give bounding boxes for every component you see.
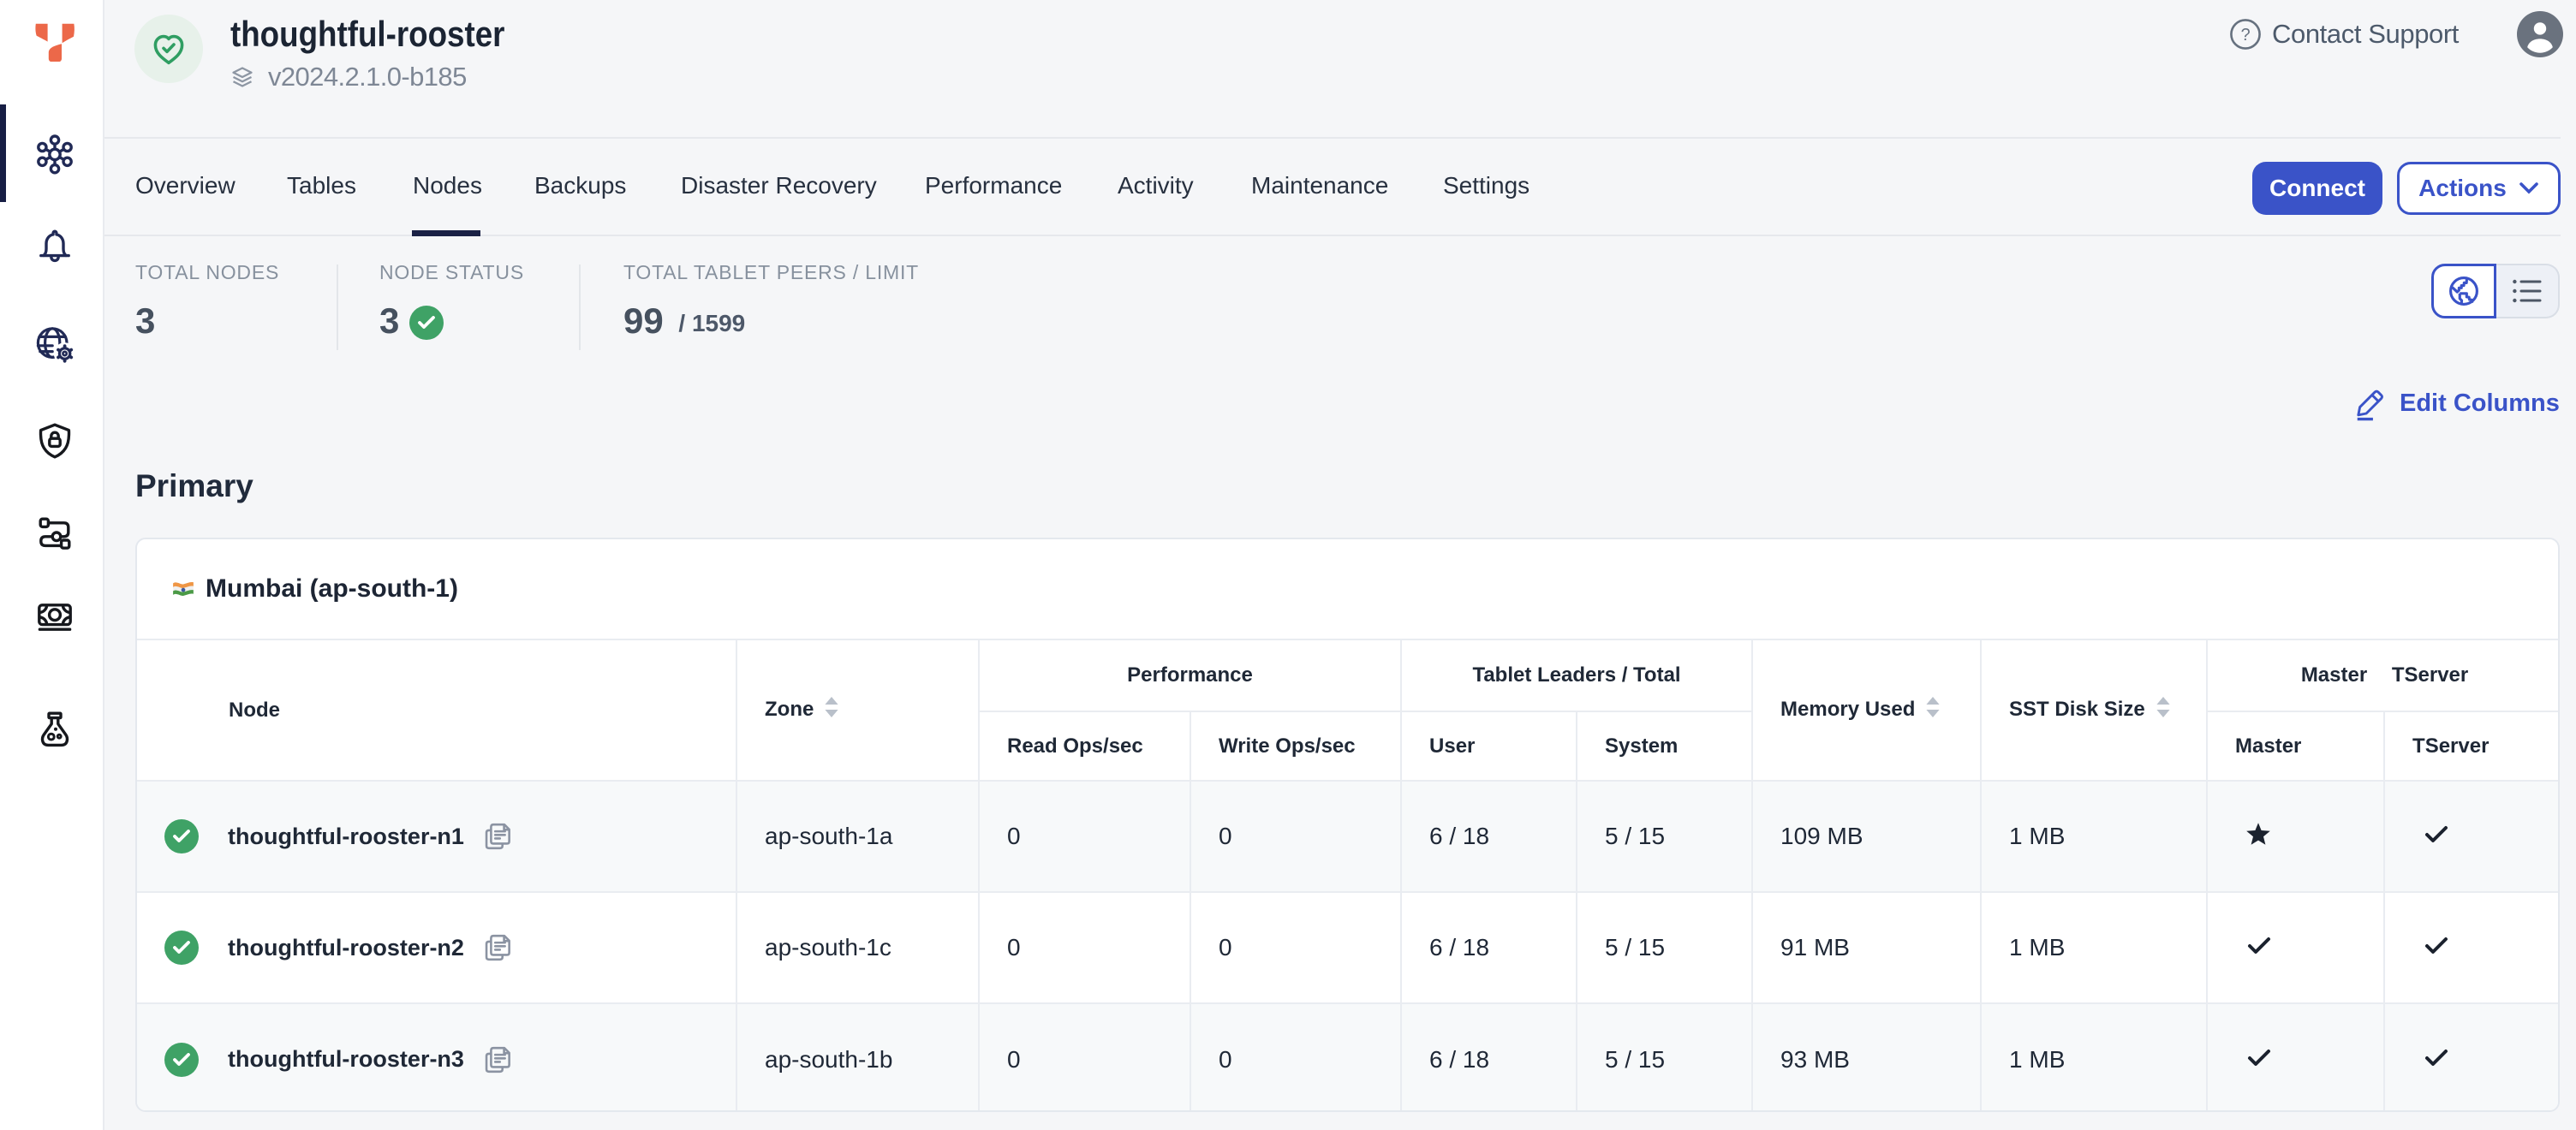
svg-text:?: ?	[2241, 26, 2251, 45]
